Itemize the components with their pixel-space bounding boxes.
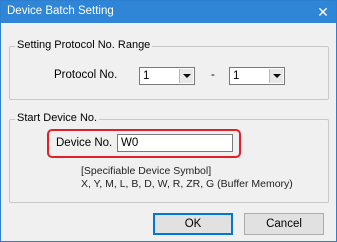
- device-no-input[interactable]: W0: [117, 134, 233, 152]
- start-device-legend: Start Device No.: [15, 112, 100, 124]
- cancel-button[interactable]: Cancel: [244, 213, 324, 235]
- protocol-to-select[interactable]: 1: [229, 67, 285, 85]
- device-no-value: W0: [121, 137, 139, 149]
- protocol-range-legend: Setting Protocol No. Range: [15, 39, 153, 51]
- chevron-down-icon[interactable]: [269, 69, 283, 83]
- window-title: Device Batch Setting: [7, 5, 114, 17]
- device-no-label: Device No.: [56, 137, 113, 149]
- range-separator: -: [211, 69, 215, 81]
- ok-button[interactable]: OK: [153, 213, 233, 235]
- title-bar: Device Batch Setting ✕: [1, 1, 336, 23]
- protocol-from-select[interactable]: 1: [139, 67, 195, 85]
- specifiable-device-heading: [Specifiable Device Symbol]: [81, 165, 212, 177]
- protocol-to-value: 1: [233, 70, 240, 82]
- chevron-down-icon[interactable]: [179, 69, 193, 83]
- protocol-no-label: Protocol No.: [54, 69, 118, 81]
- specifiable-device-list: X, Y, M, L, B, D, W, R, ZR, G (Buffer Me…: [81, 178, 293, 190]
- close-button[interactable]: ✕: [310, 1, 336, 23]
- protocol-from-value: 1: [143, 70, 150, 82]
- device-batch-setting-dialog: Device Batch Setting ✕ Setting Protocol …: [0, 0, 337, 242]
